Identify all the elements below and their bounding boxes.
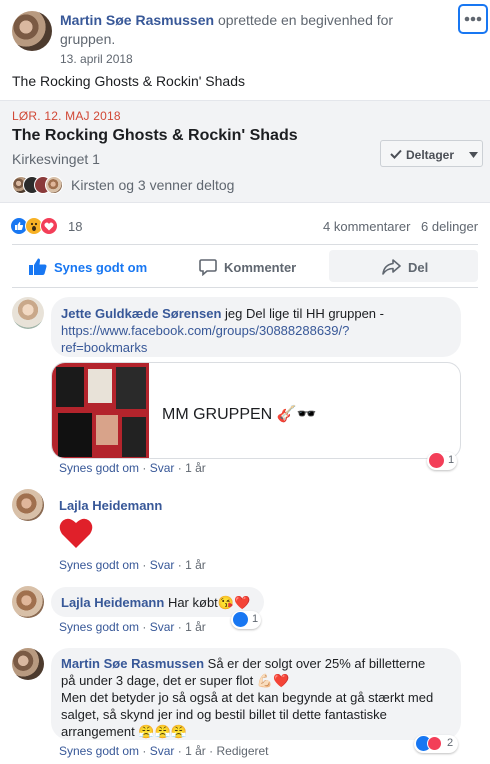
comment-reply-link[interactable]: Svar xyxy=(150,744,175,758)
caret-down-icon xyxy=(469,152,478,158)
post-body: The Rocking Ghosts & Rockin' Shads xyxy=(12,73,246,89)
comment-like-link[interactable]: Synes godt om xyxy=(59,461,139,475)
share-button-label: Del xyxy=(408,260,429,275)
comment-text: arrangement 😤😤😤 xyxy=(61,724,187,739)
event-title[interactable]: The Rocking Ghosts & Rockin' Shads xyxy=(12,127,298,145)
comment-reaction-count[interactable]: 1 xyxy=(231,611,261,629)
post-action-text2: gruppen. xyxy=(60,31,116,47)
checkmark-icon xyxy=(390,149,402,159)
post-date[interactable]: 13. april 2018 xyxy=(60,52,133,66)
like-reaction-icon xyxy=(233,612,248,627)
post-author-name[interactable]: Martin Søe Rasmussen xyxy=(60,12,214,28)
comment-link[interactable]: https://www.facebook.com/groups/30888288… xyxy=(61,323,349,338)
post-menu-button[interactable] xyxy=(458,4,488,34)
like-button[interactable]: Synes godt om xyxy=(12,250,162,282)
heart-emoji xyxy=(59,518,93,548)
comment-like-link[interactable]: Synes godt om xyxy=(59,744,139,758)
meta-separator: · xyxy=(142,744,147,758)
shares-count[interactable]: 6 delinger xyxy=(421,219,478,234)
meta-separator: · xyxy=(142,558,147,572)
comment-text: jeg Del lige til HH gruppen - xyxy=(225,306,384,321)
wow-face-glyph xyxy=(30,222,38,231)
comment-bubble: Martin Søe Rasmussen Så er der solgt ove… xyxy=(51,648,461,740)
link-preview[interactable]: MM GRUPPEN 🎸🕶️ xyxy=(51,362,461,459)
meta-separator: · xyxy=(142,461,147,475)
comment-time[interactable]: 1 år xyxy=(185,620,206,634)
meta-separator: · xyxy=(177,461,182,475)
post-header: Martin Søe Rasmussen oprettede en begive… xyxy=(60,11,400,49)
comment-link-cont[interactable]: ref=bookmarks xyxy=(61,340,147,355)
comment-avatar[interactable] xyxy=(12,586,44,618)
comment-reaction-number: 1 xyxy=(252,613,259,625)
comment-avatar[interactable] xyxy=(12,297,44,329)
comment-reaction-count[interactable]: 2 xyxy=(414,735,458,753)
comment-edited[interactable]: Redigeret xyxy=(216,744,268,758)
share-button[interactable]: Del xyxy=(329,250,478,282)
comment-time[interactable]: 1 år xyxy=(185,744,206,758)
meta-separator: · xyxy=(177,620,182,634)
comment-meta: Synes godt om · Svar · 1 år xyxy=(59,620,206,634)
more-horizontal-icon xyxy=(464,16,482,22)
link-preview-image xyxy=(52,363,149,458)
event-date: LØR. 12. MAJ 2018 xyxy=(12,109,121,123)
reaction-icons[interactable] xyxy=(10,216,66,236)
share-icon xyxy=(382,259,401,275)
comment-author[interactable]: Lajla Heidemann xyxy=(61,595,164,610)
attend-button-label: Deltager xyxy=(406,148,455,162)
post-action-text: oprettede en begivenhed for xyxy=(217,12,394,28)
comment-author[interactable]: Lajla Heidemann xyxy=(59,498,162,513)
comment-reaction-number: 1 xyxy=(448,454,455,466)
action-bar: Synes godt om Kommenter Del xyxy=(0,248,490,284)
comment-bubble: Lajla Heidemann Har købt😘❤️ xyxy=(51,587,264,617)
attend-button[interactable]: Deltager xyxy=(380,140,483,167)
comment-reply-link[interactable]: Svar xyxy=(150,558,175,572)
comment-text: Så er der solgt over 25% af billetterne xyxy=(207,656,426,671)
comment-like-link[interactable]: Synes godt om xyxy=(59,558,139,572)
link-preview-title: MM GRUPPEN 🎸🕶️ xyxy=(162,406,317,423)
comment-time[interactable]: 1 år xyxy=(185,558,206,572)
reactions-count[interactable]: 18 xyxy=(68,219,82,234)
comment-reply-link[interactable]: Svar xyxy=(150,620,175,634)
thumbs-up-icon xyxy=(29,258,47,275)
comment-meta: Synes godt om · Svar · 1 år · Redigeret xyxy=(59,744,269,758)
comment-bubble: Jette Guldkæde Sørensen jeg Del lige til… xyxy=(51,297,461,357)
comment-avatar[interactable] xyxy=(12,648,44,680)
comment-text: Har købt😘❤️ xyxy=(167,595,251,610)
event-location: Kirkesvinget 1 xyxy=(12,151,100,167)
post-author-avatar[interactable] xyxy=(12,11,52,51)
like-button-label: Synes godt om xyxy=(54,260,148,275)
comment-like-link[interactable]: Synes godt om xyxy=(59,620,139,634)
actions-divider-bottom xyxy=(12,287,478,288)
comment-text: på under 3 dage, det er super flot 💪🏻❤️ xyxy=(61,673,290,688)
comment-button[interactable]: Kommenter xyxy=(170,250,320,282)
friends-avatars xyxy=(12,176,63,194)
meta-separator: · xyxy=(209,744,214,758)
comment-time[interactable]: 1 år xyxy=(185,461,206,475)
thumb-glyph xyxy=(15,222,24,230)
meta-separator: · xyxy=(177,558,182,572)
friend-avatar xyxy=(45,176,63,194)
comment-icon xyxy=(199,259,217,276)
meta-separator: · xyxy=(142,620,147,634)
comment-reaction-number: 2 xyxy=(447,737,454,749)
heart-glyph xyxy=(44,222,54,231)
comment-meta: Synes godt om · Svar · 1 år xyxy=(59,461,206,475)
actions-divider-top xyxy=(12,244,478,245)
love-reaction-icon xyxy=(429,453,444,468)
friends-going-text[interactable]: Kirsten og 3 venner deltog xyxy=(71,177,234,193)
comment-button-label: Kommenter xyxy=(224,260,297,275)
comment-meta: Synes godt om · Svar · 1 år xyxy=(59,558,206,572)
comment-text: salget, så skynd jer ind og bestil bille… xyxy=(61,707,387,722)
comment-reply-link[interactable]: Svar xyxy=(150,461,175,475)
comment-avatar[interactable] xyxy=(12,489,44,521)
love-reaction-icon xyxy=(427,736,442,751)
comment-reaction-count[interactable]: 1 xyxy=(427,452,457,470)
comment-author[interactable]: Martin Søe Rasmussen xyxy=(61,656,204,671)
meta-separator: · xyxy=(177,744,182,758)
comments-count[interactable]: 4 kommentarer xyxy=(323,219,410,234)
comment-author[interactable]: Jette Guldkæde Sørensen xyxy=(61,306,221,321)
comment-text: Men det betyder jo så også at det kan be… xyxy=(61,690,434,705)
